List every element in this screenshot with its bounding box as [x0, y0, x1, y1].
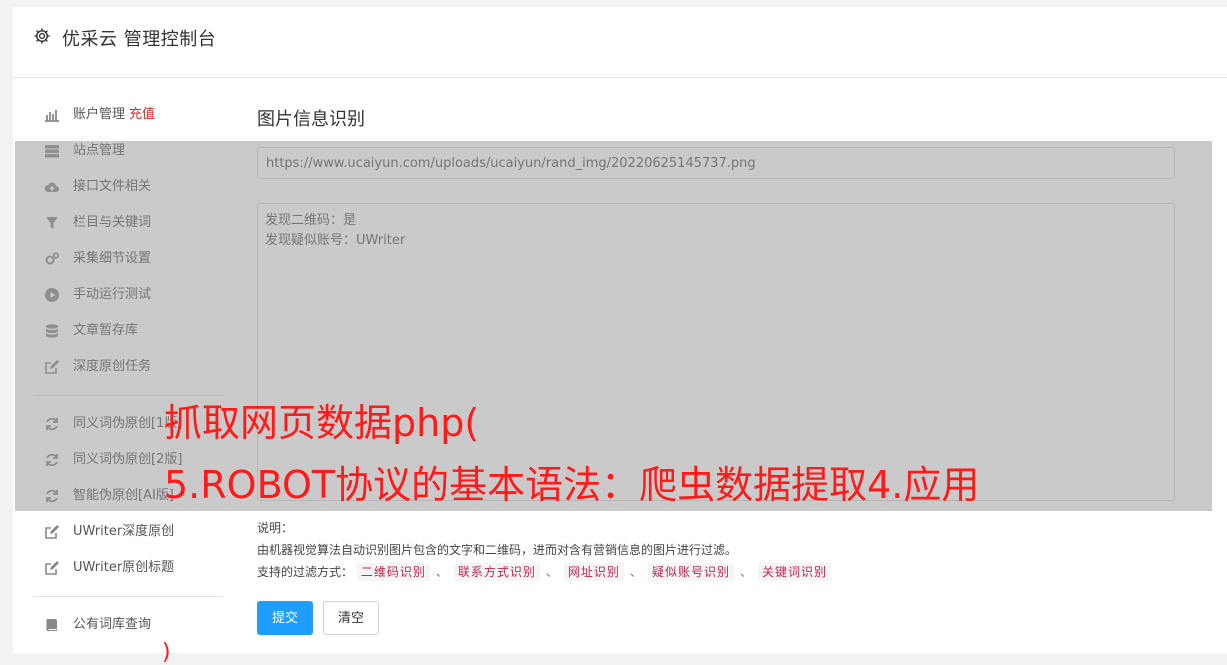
action-buttons: 提交 清空	[257, 601, 389, 635]
filter-tag: 网址识别	[563, 563, 624, 581]
recharge-link[interactable]: 充值	[129, 107, 155, 122]
notes-heading: 说明：	[257, 521, 294, 535]
sidebar-item-uwriter-deep[interactable]: UWriter深度原创	[33, 514, 223, 550]
page-title: 优采云 管理控制台	[62, 29, 217, 50]
sidebar-item-label: UWriter原创标题	[73, 560, 175, 575]
sidebar-divider	[33, 596, 223, 597]
overlay-caption-line1: 抓取网页数据php(	[164, 401, 480, 445]
filters-label: 支持的过滤方式：	[257, 565, 354, 579]
section-title: 图片信息识别	[257, 109, 365, 130]
notes-description: 由机器视觉算法自动识别图片包含的文字和二维码，进而对含有营销信息的图片进行过滤。	[257, 543, 738, 557]
filter-separator: 、	[629, 565, 642, 579]
gear-icon	[34, 28, 50, 44]
filter-tag: 二维码识别	[356, 563, 430, 581]
sidebar-item-public-lexicon[interactable]: 公有词库查询	[33, 607, 223, 643]
book-icon	[44, 617, 60, 633]
notes-section: 说明： 由机器视觉算法自动识别图片包含的文字和二维码，进而对含有营销信息的图片进…	[257, 517, 831, 583]
filter-separator: 、	[435, 565, 448, 579]
filter-separator: 、	[739, 565, 752, 579]
page-header: 优采云 管理控制台	[13, 7, 1227, 78]
sidebar-item-label: 公有词库查询	[73, 617, 152, 632]
main-panel: 图片信息识别 发现二维码：是 发现疑似账号：UWriter 说明： 由机器视觉算…	[257, 107, 1177, 635]
filters-row: 支持的过滤方式： 二维码识别、联系方式识别、网址识别、疑似账号识别、关键词识别	[257, 561, 831, 583]
watermark-overlay	[15, 141, 1212, 511]
submit-button[interactable]: 提交	[257, 601, 314, 635]
edit-icon	[44, 524, 60, 540]
filter-tag: 疑似账号识别	[647, 563, 734, 581]
overlay-caption-line2: 5.ROBOT协议的基本语法：爬虫数据提取4.应用	[164, 463, 980, 507]
filter-tag: 关键词识别	[757, 563, 831, 581]
bar-chart-icon	[44, 107, 60, 123]
sidebar-item-label: 账户管理	[73, 107, 126, 122]
edit-icon	[44, 560, 60, 576]
filter-separator: 、	[545, 565, 558, 579]
sidebar-item-uwriter-title[interactable]: UWriter原创标题	[33, 550, 223, 586]
clear-button[interactable]: 清空	[323, 601, 380, 635]
sidebar-item-account[interactable]: 账户管理 充值	[33, 97, 223, 133]
filter-tag: 联系方式识别	[453, 563, 540, 581]
sidebar-item-label: UWriter深度原创	[73, 524, 175, 539]
